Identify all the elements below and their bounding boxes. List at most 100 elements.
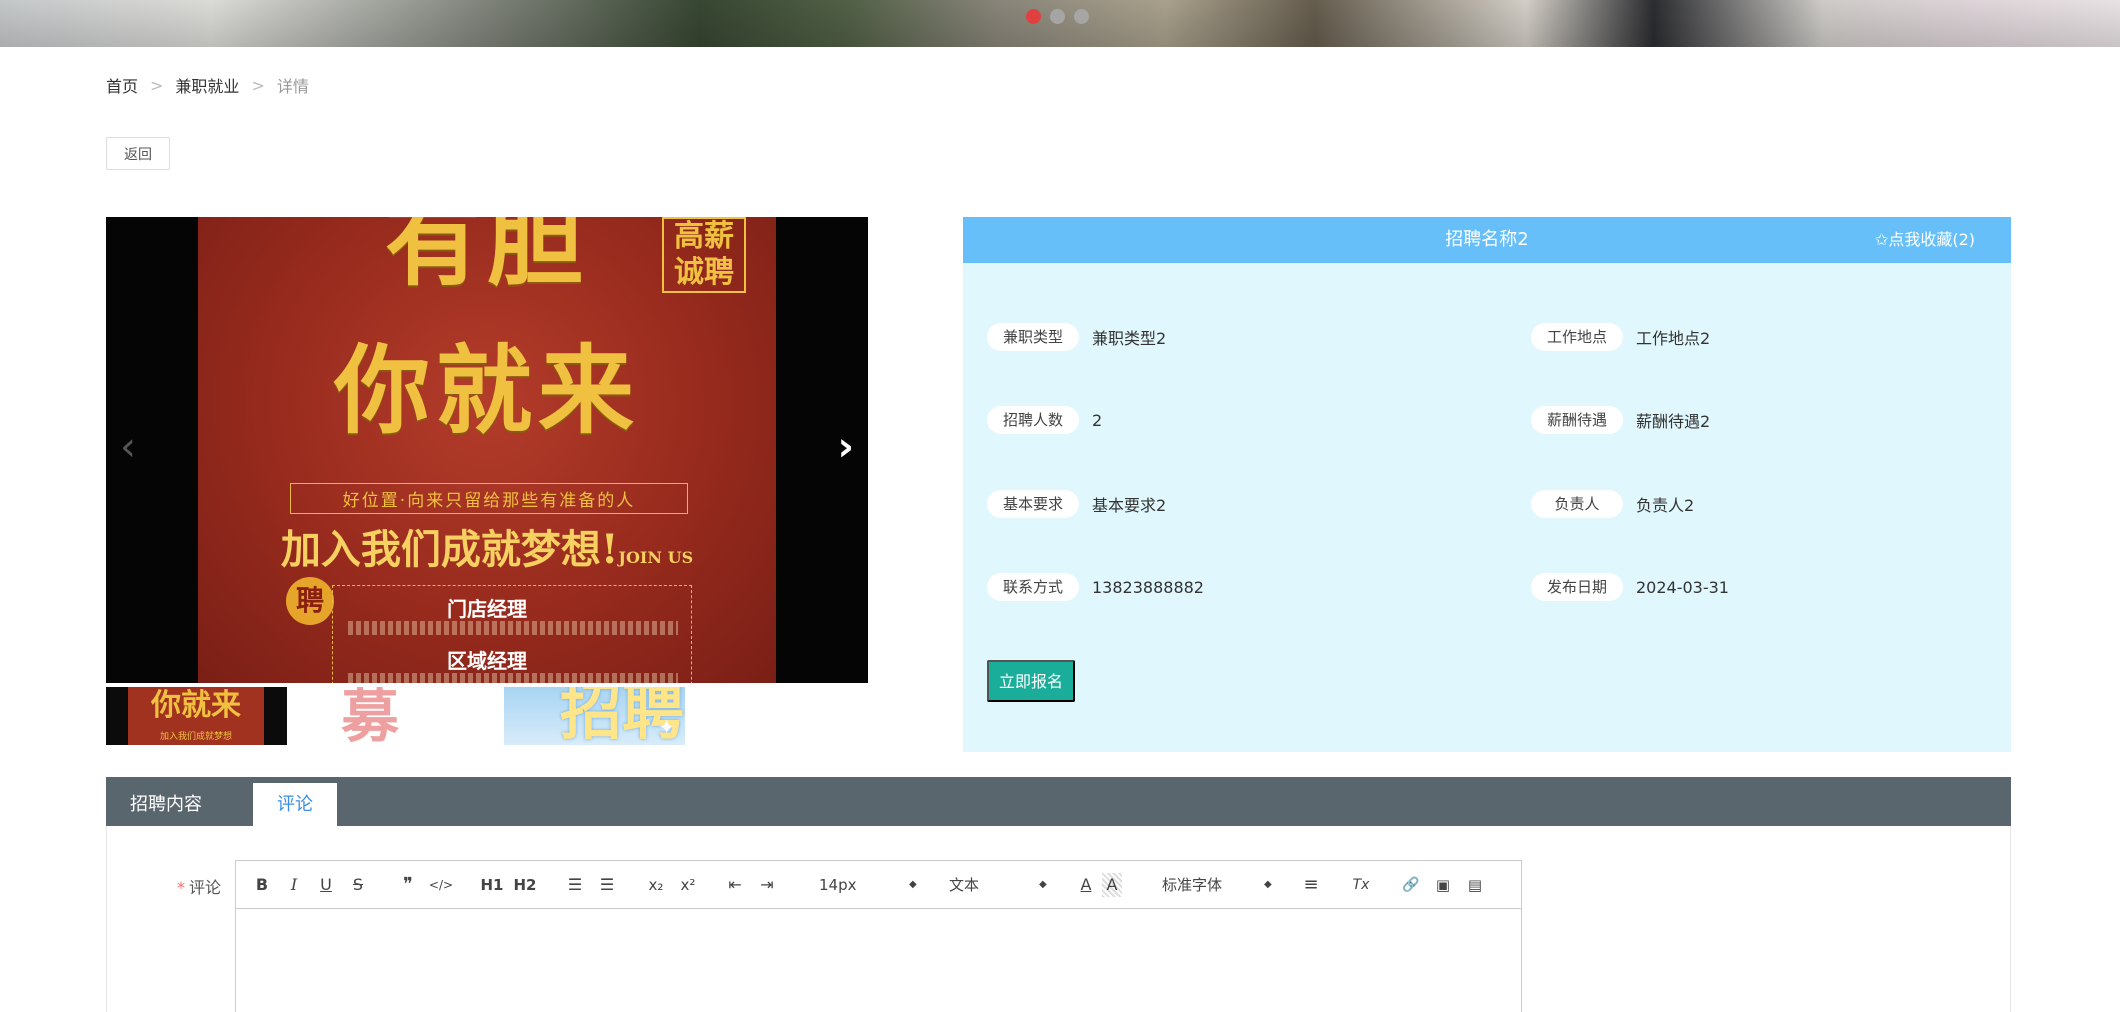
ordered-list-icon[interactable]: ☰ (564, 873, 586, 897)
poster-fine-print (348, 673, 678, 683)
poster-main-text: 你就来 (334, 334, 640, 447)
tab-recruitment-content[interactable]: 招聘内容 (106, 783, 226, 826)
chevron-left-icon[interactable]: ‹ (120, 427, 136, 467)
image-icon[interactable]: ▣ (1432, 873, 1454, 897)
back-button[interactable]: 返回 (106, 137, 170, 170)
field-value: 兼职类型2 (1092, 329, 1167, 348)
gallery-thumbnails: 你就来 加入我们成就梦想 募 招聘 ✦ (106, 687, 685, 745)
blockquote-icon[interactable]: ❞ (396, 873, 420, 897)
bullet-list-icon[interactable]: ☰ (596, 873, 618, 897)
format-select[interactable]: 文本 ◆ (949, 873, 1049, 897)
chevron-right-icon[interactable]: › (838, 427, 854, 467)
field-publish-date: 发布日期 2024-03-31 (1531, 573, 1729, 601)
field-label: 薪酬待遇 (1531, 406, 1623, 434)
underline-button[interactable]: U (316, 873, 336, 897)
breadcrumb-separator: > (251, 75, 265, 95)
field-job-type: 兼职类型 兼职类型2 (987, 323, 1166, 351)
heading-1-button[interactable]: H1 (480, 873, 504, 897)
poster-role-2: 区域经理 (447, 649, 527, 673)
field-label: 工作地点 (1531, 323, 1623, 351)
comment-label-text: 评论 (189, 878, 222, 897)
job-info-panel: 招聘名称2 ✩点我收藏(2) 兼职类型 兼职类型2 工作地点 工作地点2 招聘人… (963, 217, 2011, 752)
thumbnail-3[interactable]: 招聘 ✦ (504, 687, 685, 745)
field-value: 13823888882 (1092, 577, 1204, 597)
code-block-icon[interactable]: </> (428, 873, 454, 897)
required-mark: * (177, 878, 185, 897)
clear-format-icon[interactable]: Tx (1350, 873, 1372, 897)
rich-text-editor: B I U S ❞ </> H1 H2 ☰ ☰ x₂ x² ⇤ ⇥ 14px ◆ … (235, 860, 1522, 1012)
comment-label: * 评论 (177, 874, 221, 898)
outdent-icon[interactable]: ⇤ (724, 873, 746, 897)
font-family-select[interactable]: 标准字体 ◆ (1162, 873, 1272, 897)
banner-dot-3[interactable] (1074, 9, 1089, 24)
field-value: 负责人2 (1636, 496, 1695, 515)
favorite-button[interactable]: ✩点我收藏(2) (1875, 217, 1975, 263)
apply-button[interactable]: 立即报名 (987, 660, 1075, 702)
comment-tab-panel: * 评论 B I U S ❞ </> H1 H2 ☰ ☰ x₂ x² ⇤ ⇥ 14… (106, 826, 2011, 1012)
poster-join-text: 加入我们成就梦想!JOIN US (198, 517, 776, 575)
field-label: 兼职类型 (987, 323, 1079, 351)
poster-join-en: JOIN US (618, 548, 694, 567)
font-family-value: 标准字体 (1162, 876, 1223, 894)
poster-badge: 高薪诚聘 (662, 217, 746, 293)
thumbnail-1-subtext: 加入我们成就梦想 (159, 732, 232, 742)
poster-role-1: 门店经理 (447, 597, 527, 621)
field-label: 招聘人数 (987, 406, 1079, 434)
detail-tabs: 招聘内容 评论 (106, 777, 2011, 826)
field-label: 联系方式 (987, 573, 1079, 601)
field-contact-person: 负责人 负责人2 (1531, 490, 1694, 518)
comment-editor-area[interactable] (236, 909, 1521, 1012)
link-icon[interactable]: 🔗 (1400, 873, 1422, 897)
heading-2-button[interactable]: H2 (513, 873, 537, 897)
video-icon[interactable]: ▤ (1464, 873, 1486, 897)
indent-icon[interactable]: ⇥ (756, 873, 778, 897)
breadcrumb-separator: > (150, 75, 164, 95)
field-value: 基本要求2 (1092, 496, 1167, 515)
top-banner-carousel[interactable] (0, 0, 2120, 47)
font-size-value: 14px (819, 876, 857, 894)
select-arrow-icon: ◆ (1039, 879, 1047, 890)
field-label: 负责人 (1531, 490, 1623, 518)
thumbnail-2-text: 募 (341, 687, 400, 745)
text-color-icon[interactable]: A (1076, 873, 1096, 897)
field-phone: 联系方式 13823888882 (987, 573, 1204, 601)
field-headcount: 招聘人数 2 (987, 406, 1102, 434)
poster-fine-print (348, 621, 678, 635)
recruitment-poster-image: 有胆 高薪诚聘 你就来 好位置·向来只留给那些有准备的人 加入我们成就梦想!JO… (198, 217, 776, 683)
field-salary: 薪酬待遇 薪酬待遇2 (1531, 406, 1710, 434)
thumbnail-2[interactable]: 募 (305, 687, 486, 745)
tab-comments[interactable]: 评论 (253, 783, 337, 826)
poster-join-cn: 加入我们成就梦想! (280, 526, 619, 573)
field-requirements: 基本要求 基本要求2 (987, 490, 1166, 518)
field-work-location: 工作地点 工作地点2 (1531, 323, 1710, 351)
sparkle-icon: ✦ (658, 715, 675, 739)
breadcrumb-section[interactable]: 兼职就业 (175, 73, 239, 97)
align-icon[interactable]: ≡ (1300, 873, 1322, 897)
field-label: 发布日期 (1531, 573, 1623, 601)
thumbnail-1[interactable]: 你就来 加入我们成就梦想 (106, 687, 287, 745)
poster-slogan: 好位置·向来只留给那些有准备的人 (290, 483, 688, 514)
field-label: 基本要求 (987, 490, 1079, 518)
banner-indicators (1026, 9, 1089, 24)
superscript-button[interactable]: x² (676, 873, 700, 897)
banner-dot-1[interactable] (1026, 9, 1041, 24)
image-gallery[interactable]: 有胆 高薪诚聘 你就来 好位置·向来只留给那些有准备的人 加入我们成就梦想!JO… (106, 217, 868, 683)
field-value: 工作地点2 (1636, 329, 1711, 348)
field-value: 2024-03-31 (1636, 577, 1729, 597)
breadcrumb-current: 详情 (276, 77, 309, 96)
italic-button[interactable]: I (284, 873, 304, 897)
select-arrow-icon: ◆ (1264, 879, 1272, 890)
breadcrumb-home[interactable]: 首页 (106, 73, 138, 97)
bold-button[interactable]: B (252, 873, 272, 897)
editor-toolbar: B I U S ❞ </> H1 H2 ☰ ☰ x₂ x² ⇤ ⇥ 14px ◆ … (236, 861, 1521, 909)
field-value: 2 (1092, 410, 1103, 430)
job-info-header: 招聘名称2 ✩点我收藏(2) (963, 217, 2011, 263)
font-size-select[interactable]: 14px ◆ (819, 873, 919, 897)
subscript-button[interactable]: x₂ (644, 873, 668, 897)
job-title: 招聘名称2 (1445, 229, 1529, 250)
field-value: 薪酬待遇2 (1636, 412, 1711, 431)
banner-dot-2[interactable] (1050, 9, 1065, 24)
background-color-icon[interactable]: A (1102, 873, 1122, 897)
strike-button[interactable]: S (348, 873, 368, 897)
format-value: 文本 (949, 876, 980, 894)
